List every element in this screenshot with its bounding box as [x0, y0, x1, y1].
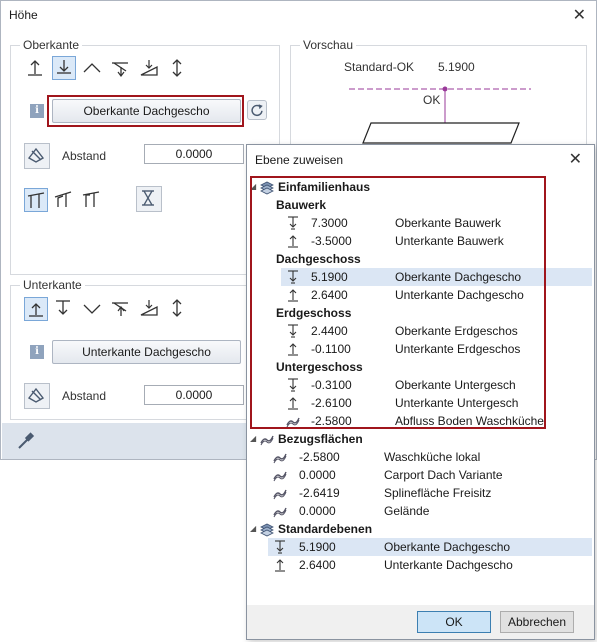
triangle-down-icon[interactable] — [81, 297, 105, 321]
free-surface-icon — [272, 485, 288, 501]
abstand-label: Abstand — [62, 389, 107, 403]
level-description: Carport Dach Variante — [384, 468, 503, 482]
expander-icon[interactable]: ◢ — [250, 430, 256, 448]
oberkante-abstand-field[interactable]: 0.0000 — [144, 144, 244, 164]
level-value: 0.0000 — [299, 504, 336, 518]
slope-plane-icon[interactable] — [138, 297, 162, 321]
oberkante-legend: Oberkante — [20, 38, 83, 52]
level-top-selected-icon[interactable] — [24, 297, 48, 321]
free-surface-icon — [272, 503, 288, 519]
level-top-icon[interactable] — [24, 57, 48, 81]
info-icon[interactable]: i — [30, 345, 44, 359]
stack-icon — [259, 521, 275, 537]
level-value: 5.1900 — [299, 540, 336, 554]
ok-button[interactable]: OK — [417, 611, 491, 633]
tree-level-row[interactable]: 2.6400 Unterkante Dachgescho — [268, 556, 592, 574]
level-bottom-selected-icon[interactable] — [52, 56, 76, 80]
eyedropper-icon[interactable] — [16, 431, 36, 451]
level-value: -2.5800 — [299, 450, 340, 464]
vorschau-legend: Vorschau — [300, 38, 357, 52]
slope-flag-icon[interactable] — [109, 57, 133, 81]
popup-title: Ebene zuweisen — [255, 153, 344, 167]
level-value: 0.0000 — [299, 468, 336, 482]
standard-ok-label: Standard-OK — [344, 60, 415, 74]
level-top-icon — [272, 539, 288, 555]
updown-arrow-icon[interactable] — [166, 57, 190, 81]
roof-vertical-icon[interactable] — [24, 188, 48, 212]
slope-plane-icon[interactable] — [138, 57, 162, 81]
unterkante-legend: Unterkante — [20, 278, 85, 292]
tree-level-row[interactable]: -2.6419 Splinefläche Freisitz — [268, 484, 592, 502]
tree-level-row[interactable]: 5.1900 Oberkante Dachgescho — [268, 538, 592, 556]
tree-group-label: Standardebenen — [278, 522, 373, 536]
level-description: Oberkante Dachgescho — [384, 540, 511, 554]
unterkante-abstand-field[interactable]: 0.0000 — [144, 385, 244, 405]
distance-tool-icon[interactable] — [24, 383, 50, 409]
level-value: -2.6419 — [299, 486, 340, 500]
tree-group-row[interactable]: ◢ Bezugsflächen — [247, 430, 594, 448]
free-surface-icon — [272, 467, 288, 483]
free-surface-icon — [272, 449, 288, 465]
ebene-zuweisen-dialog: Ebene zuweisen ✕ ◢ Einfamilienhaus Bauwerk… — [246, 144, 595, 640]
close-icon[interactable]: ✕ — [569, 149, 582, 169]
level-bottom-icon — [272, 557, 288, 573]
tree-group-label: Bezugsflächen — [278, 432, 363, 446]
tree-level-row[interactable]: 0.0000 Gelände — [268, 502, 592, 520]
tree-level-row[interactable]: -2.5800 Waschküche lokal — [268, 448, 592, 466]
preview-drawing — [349, 86, 531, 144]
level-description: Gelände — [384, 504, 430, 518]
tree-level-row[interactable]: 0.0000 Carport Dach Variante — [268, 466, 592, 484]
level-description: Unterkante Dachgescho — [384, 558, 513, 572]
free-surface-icon — [259, 431, 275, 447]
ok-marker-label: OK — [423, 93, 441, 107]
slope-flag-icon[interactable] — [109, 297, 133, 321]
cancel-button[interactable]: Abbrechen — [500, 611, 574, 633]
unterkante-level-button[interactable]: Unterkante Dachgescho — [52, 340, 241, 364]
roof-step-icon[interactable] — [80, 188, 104, 212]
level-value: 2.6400 — [299, 558, 336, 572]
distance-tool-icon[interactable] — [24, 143, 50, 169]
popup-footer: OK Abbrechen — [247, 605, 594, 639]
close-icon[interactable]: ✕ — [573, 5, 586, 25]
oberkante-level-button[interactable]: Oberkante Dachgescho — [52, 99, 241, 123]
roof-angle-icon[interactable] — [52, 188, 76, 212]
level-bottom-icon[interactable] — [52, 297, 76, 321]
level-description: Splinefläche Freisitz — [384, 486, 492, 500]
info-icon[interactable]: i — [30, 104, 44, 118]
refresh-icon[interactable] — [247, 100, 267, 120]
triangle-up-icon[interactable] — [81, 57, 105, 81]
level-description: Waschküche lokal — [384, 450, 481, 464]
hourglass-icon[interactable] — [136, 186, 162, 212]
window-title: Höhe — [9, 8, 38, 22]
standard-ok-value: 5.1900 — [438, 60, 475, 74]
tree-group-row[interactable]: ◢ Standardebenen — [247, 520, 594, 538]
highlight-frame — [250, 176, 546, 429]
abstand-label: Abstand — [62, 149, 107, 163]
expander-icon[interactable]: ◢ — [250, 520, 256, 538]
updown-arrow-icon[interactable] — [166, 297, 190, 321]
